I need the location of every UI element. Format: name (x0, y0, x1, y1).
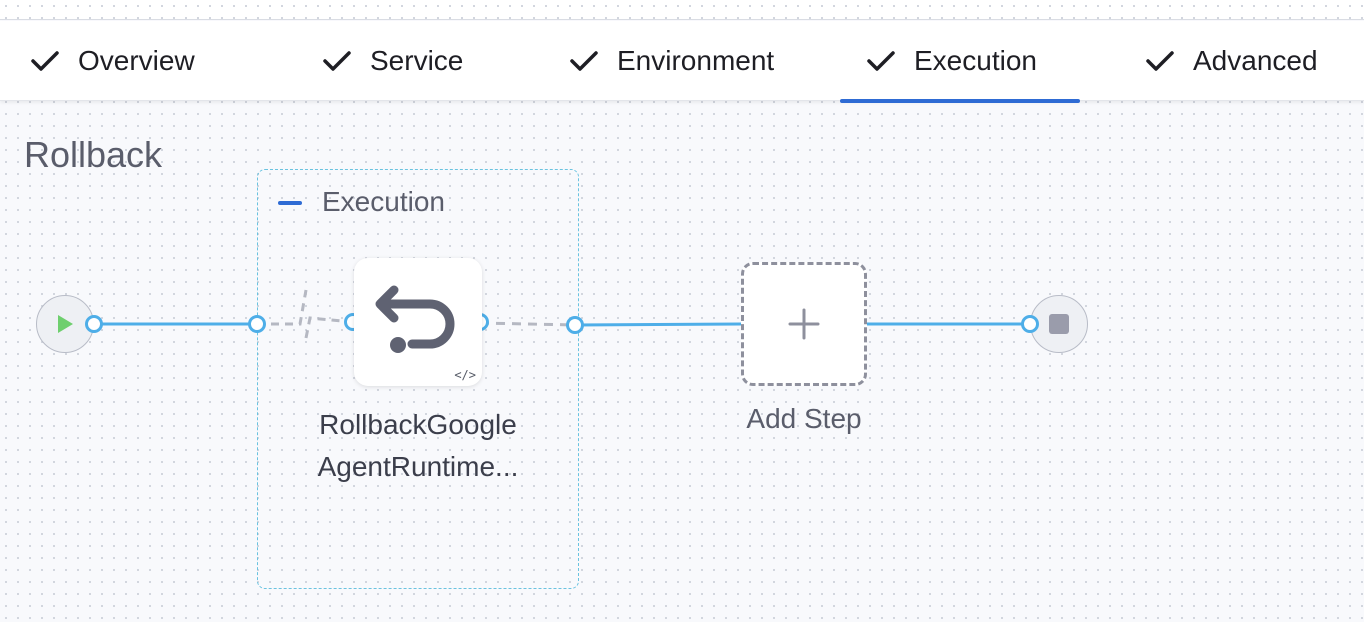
wire-group-to-step (257, 289, 354, 339)
code-icon: </> (454, 368, 476, 382)
wire-group-to-addstep (575, 322, 742, 327)
step-name-line1: RollbackGoogle (319, 409, 517, 440)
group-output-port[interactable] (566, 316, 584, 334)
pipeline-wires (94, 289, 1030, 339)
group-input-port[interactable] (248, 315, 266, 333)
start-output-port[interactable] (85, 315, 103, 333)
add-step-button[interactable] (741, 262, 867, 386)
play-icon (58, 315, 73, 333)
rollback-icon (375, 285, 455, 353)
wire-step-to-group-end (479, 321, 577, 327)
plus-icon (788, 308, 820, 340)
end-input-port[interactable] (1021, 315, 1039, 333)
rollback-step-card[interactable]: </> (354, 258, 482, 386)
add-step-label: Add Step (746, 403, 862, 434)
stop-icon (1049, 314, 1069, 334)
step-name: RollbackGoogle AgentRuntime... (296, 404, 540, 488)
step-name-line2: AgentRuntime... (317, 451, 519, 482)
